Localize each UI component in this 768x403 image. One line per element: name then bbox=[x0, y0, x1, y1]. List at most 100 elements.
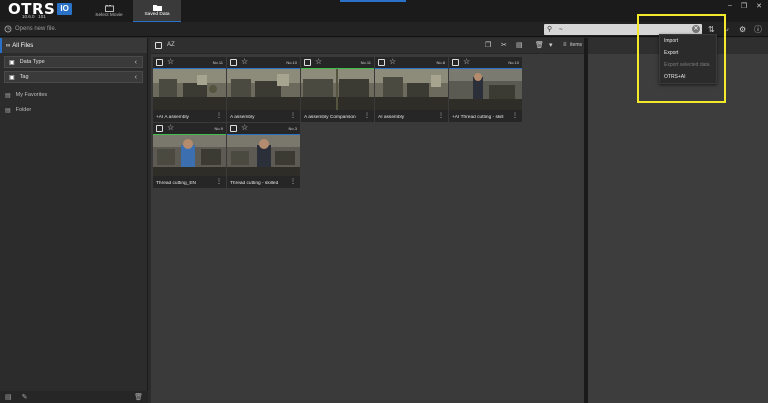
star-icon[interactable]: ☆ bbox=[315, 57, 322, 67]
delete-icon[interactable]: 🗑 bbox=[535, 41, 544, 50]
logo-badge: IO bbox=[57, 3, 72, 15]
file-card[interactable]: ☆ No.9 Thread cutting_EN ⋮ bbox=[153, 123, 226, 188]
star-icon[interactable]: ☆ bbox=[463, 57, 470, 67]
close-icon[interactable]: ✕ bbox=[756, 2, 762, 10]
video-thumbnail bbox=[227, 69, 300, 110]
star-icon[interactable]: ☆ bbox=[241, 57, 248, 67]
sidebar: ∞ All Files ▣ Data Type ‹ ▣ Tag ‹ ▤ My F… bbox=[0, 38, 148, 403]
card-title: Thread cutting - skilled bbox=[230, 181, 279, 186]
star-icon[interactable]: ☆ bbox=[389, 57, 396, 67]
all-files-icon: ∞ bbox=[6, 42, 11, 49]
menu-item-otrs-ai[interactable]: OTRS+AI bbox=[660, 71, 716, 83]
more-vertical-icon[interactable]: ⋮ bbox=[290, 113, 296, 120]
trash-icon[interactable]: 🗑 bbox=[134, 393, 143, 401]
more-vertical-icon[interactable]: ⋮ bbox=[290, 179, 296, 186]
sort-az-button[interactable]: AZ bbox=[167, 41, 175, 50]
minimize-icon[interactable]: – bbox=[728, 2, 732, 10]
folder-icon: ▤ bbox=[5, 107, 11, 114]
tab-select-movie-label: Select Movie bbox=[95, 12, 123, 18]
card-header: ☆ No.11 bbox=[153, 57, 226, 68]
menu-item-export[interactable]: Export bbox=[660, 47, 716, 59]
open-new-file-button[interactable]: Opens new file. bbox=[4, 25, 56, 33]
folder-icon bbox=[152, 5, 162, 11]
gear-icon[interactable]: ⚙ bbox=[739, 25, 746, 34]
star-icon[interactable]: ☆ bbox=[167, 57, 174, 67]
card-checkbox[interactable] bbox=[304, 59, 311, 66]
sidebar-footer: ▤ ✎ 🗑 bbox=[0, 391, 148, 403]
card-number: No.11 bbox=[212, 60, 223, 65]
title-bar: OTRS IO 10.6.0 101 Select Movie Saved Da… bbox=[0, 0, 768, 22]
data-type-label: Data Type bbox=[19, 59, 45, 65]
card-number: No.10 bbox=[286, 60, 297, 65]
card-checkbox[interactable] bbox=[452, 59, 459, 66]
list-icon[interactable]: ≡ bbox=[563, 41, 567, 50]
more-vertical-icon[interactable]: ⋮ bbox=[216, 113, 222, 120]
video-thumbnail bbox=[449, 69, 522, 110]
card-title: A assembly bbox=[230, 115, 255, 120]
star-icon[interactable]: ☆ bbox=[167, 123, 174, 133]
sidebar-item-my-favorites[interactable]: ▤ My Favorites bbox=[0, 89, 147, 101]
sort-menu-icon[interactable]: ⇅ bbox=[708, 25, 715, 34]
file-card[interactable]: ☆ No.10 A assembly ⋮ bbox=[227, 57, 300, 122]
file-card[interactable]: ☆ No.8 AI assembly ⋮ bbox=[375, 57, 448, 122]
file-card[interactable]: ☆ No.11 +AI A assembly ⋮ bbox=[153, 57, 226, 122]
card-title: A assembly Comparison bbox=[304, 115, 356, 120]
sidebar-item-folder[interactable]: ▤ Folder bbox=[0, 104, 147, 116]
copy-icon[interactable]: ❐ bbox=[485, 41, 491, 50]
tag-icon: ▣ bbox=[9, 74, 15, 81]
card-checkbox[interactable] bbox=[156, 59, 163, 66]
card-header: ☆ No.3 bbox=[227, 123, 300, 134]
window-controls: – ❐ ✕ bbox=[728, 2, 762, 10]
detail-panel bbox=[588, 38, 768, 403]
card-checkbox[interactable] bbox=[156, 125, 163, 132]
add-folder-icon[interactable]: ▤ bbox=[5, 393, 12, 401]
restore-icon[interactable]: ❐ bbox=[741, 2, 747, 10]
info-icon[interactable]: ⓘ bbox=[754, 25, 762, 34]
clear-search-icon[interactable]: ✕ bbox=[692, 25, 700, 33]
card-checkbox[interactable] bbox=[378, 59, 385, 66]
more-vertical-icon[interactable]: ⋮ bbox=[438, 113, 444, 120]
sidebar-item-all-files[interactable]: ∞ All Files bbox=[0, 38, 147, 53]
video-thumbnail bbox=[153, 69, 226, 110]
app-version: 10.6.0 101 bbox=[22, 14, 46, 19]
more-vertical-icon[interactable]: ⋮ bbox=[512, 113, 518, 120]
star-icon[interactable]: ☆ bbox=[241, 123, 248, 133]
menu-item-export-selected: Export selected data bbox=[664, 62, 710, 68]
file-card[interactable]: ☆ No.3 Thread cutting - skilled ⋮ bbox=[227, 123, 300, 188]
sidebar-group-tag[interactable]: ▣ Tag ‹ bbox=[4, 71, 143, 83]
file-card[interactable]: ☆ No.11 A assembly Comparison ⋮ bbox=[301, 57, 374, 122]
more-vertical-icon[interactable]: ⋮ bbox=[216, 179, 222, 186]
open-file-icon bbox=[4, 25, 12, 33]
menu-item-import[interactable]: Import bbox=[660, 35, 716, 47]
chevron-left-icon[interactable]: ‹ bbox=[135, 74, 137, 81]
card-checkbox[interactable] bbox=[230, 59, 237, 66]
card-title: +AI A assembly bbox=[156, 115, 189, 120]
data-type-icon: ▣ bbox=[9, 59, 15, 66]
card-checkbox[interactable] bbox=[230, 125, 237, 132]
file-card[interactable]: ☆ No.10 +AI Thread cutting - skill ⋮ bbox=[449, 57, 522, 122]
chevron-down-icon[interactable]: ▾ bbox=[549, 41, 553, 50]
paste-icon[interactable]: ▤ bbox=[516, 41, 523, 50]
cut-icon[interactable]: ✂ bbox=[501, 41, 507, 50]
share-icon[interactable]: ⤶ bbox=[724, 25, 728, 34]
tab-select-movie[interactable]: Select Movie bbox=[85, 0, 133, 22]
favorites-folder-icon: ▤ bbox=[5, 92, 11, 99]
select-all-checkbox[interactable] bbox=[155, 42, 162, 49]
card-title: +AI Thread cutting - skill bbox=[452, 115, 504, 120]
version-right: 101 bbox=[38, 14, 46, 19]
video-thumbnail bbox=[301, 69, 374, 110]
all-files-label: All Files bbox=[12, 42, 34, 49]
card-number: No.3 bbox=[288, 126, 297, 131]
more-vertical-icon[interactable]: ⋮ bbox=[364, 113, 370, 120]
edit-icon[interactable]: ✎ bbox=[22, 393, 28, 401]
card-header: ☆ No.11 bbox=[301, 57, 374, 68]
file-grid-panel: AZ ❐ ✂ ▤ 🗑 ▾ ≡ items ☆ No.11 +AI A assem… bbox=[151, 38, 584, 403]
chevron-left-icon[interactable]: ‹ bbox=[135, 59, 137, 66]
search-input[interactable] bbox=[559, 25, 689, 34]
card-number: No.10 bbox=[508, 60, 519, 65]
video-thumbnail bbox=[227, 135, 300, 176]
tab-saved-data[interactable]: Saved Data bbox=[133, 0, 181, 22]
card-header: ☆ No.10 bbox=[227, 57, 300, 68]
sidebar-group-data-type[interactable]: ▣ Data Type ‹ bbox=[4, 56, 143, 68]
card-number: No.11 bbox=[360, 60, 371, 65]
